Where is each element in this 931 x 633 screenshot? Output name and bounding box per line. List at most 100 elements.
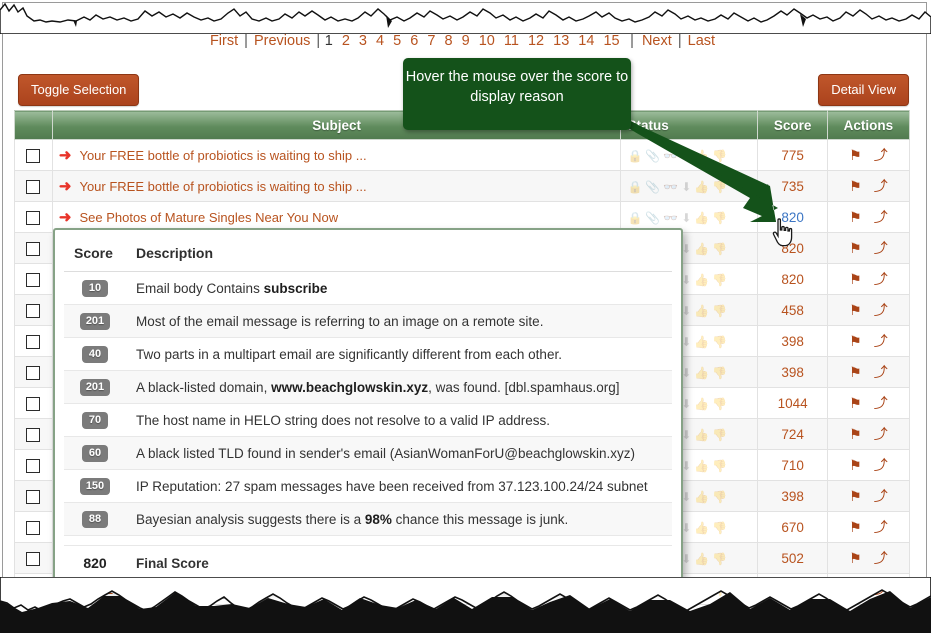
flag-message-icon[interactable]: ⚑ (849, 520, 862, 534)
thumb-up-icon[interactable]: 👍 (694, 336, 709, 348)
score-cell[interactable]: 710 (757, 449, 828, 481)
score-cell[interactable]: 724 (757, 418, 828, 450)
actions-cell[interactable]: ⚑ ⤴ (826, 232, 911, 264)
score-value[interactable]: 710 (781, 458, 804, 473)
pager-page-3[interactable]: 3 (359, 33, 367, 49)
score-cell[interactable]: 820 (757, 201, 828, 233)
actions-cell[interactable]: ⚑ ⤴ (826, 139, 911, 171)
row-select-cell[interactable] (14, 511, 53, 543)
score-value[interactable]: 820 (781, 241, 804, 256)
score-value[interactable]: 820 (781, 210, 804, 225)
deliver-message-icon[interactable]: ⤴ (874, 210, 888, 224)
flag-message-icon[interactable]: ⚑ (849, 365, 862, 379)
row-checkbox[interactable] (26, 582, 41, 597)
row-checkbox[interactable] (26, 551, 41, 566)
deliver-message-icon[interactable]: ⤴ (874, 303, 888, 317)
actions-cell[interactable]: ⚑ ⤴ (826, 573, 911, 605)
actions-cell[interactable]: ⚑ ⤴ (826, 511, 911, 543)
pager-previous[interactable]: Previous (254, 33, 310, 49)
deliver-message-icon[interactable]: ⤴ (874, 551, 888, 565)
pager-first[interactable]: First (210, 33, 238, 49)
row-checkbox[interactable] (26, 148, 41, 163)
flag-message-icon[interactable]: ⚑ (849, 179, 862, 193)
thumb-down-icon[interactable]: 👎 (712, 181, 727, 193)
toggle-selection-button[interactable]: Toggle Selection (18, 74, 140, 106)
row-select-cell[interactable] (14, 449, 53, 481)
thumb-down-icon[interactable]: 👎 (712, 305, 727, 317)
score-cell[interactable]: 820 (757, 232, 828, 264)
score-value[interactable]: 820 (781, 272, 804, 287)
pager-page-11[interactable]: 11 (504, 33, 519, 49)
actions-cell[interactable]: ⚑ ⤴ (826, 449, 911, 481)
thumb-up-icon[interactable]: 👍 (694, 181, 709, 193)
score-cell[interactable]: 458 (757, 294, 828, 326)
actions-cell[interactable]: ⚑ ⤴ (826, 480, 911, 512)
thumb-down-icon[interactable]: 👎 (712, 460, 727, 472)
subject-link[interactable]: See Photos of Mature Singles Near You No… (79, 210, 338, 225)
deliver-message-icon[interactable]: ⤴ (874, 582, 888, 596)
score-cell[interactable]: 670 (757, 511, 828, 543)
score-value[interactable]: 398 (781, 365, 804, 380)
thumb-up-icon[interactable]: 👍 (694, 460, 709, 472)
row-checkbox[interactable] (26, 458, 41, 473)
col-score[interactable]: Score (757, 110, 828, 140)
row-checkbox[interactable] (26, 489, 41, 504)
score-cell[interactable]: 775 (757, 139, 828, 171)
row-select-cell[interactable] (14, 263, 53, 295)
row-select-cell[interactable] (14, 418, 53, 450)
pager-page-12[interactable]: 12 (528, 33, 544, 49)
pager-page-9[interactable]: 9 (462, 33, 470, 49)
row-select-cell[interactable] (14, 170, 53, 202)
actions-cell[interactable]: ⚑ ⤴ (826, 542, 911, 574)
pager-page-7[interactable]: 7 (427, 33, 435, 49)
score-value[interactable]: 724 (781, 427, 804, 442)
thumb-up-icon[interactable]: 👍 (694, 522, 709, 534)
row-select-cell[interactable] (14, 356, 53, 388)
score-value[interactable]: 502 (781, 551, 804, 566)
score-value[interactable]: 735 (781, 179, 804, 194)
row-select-cell[interactable] (14, 232, 53, 264)
deliver-message-icon[interactable]: ⤴ (874, 427, 888, 441)
score-value[interactable]: 660 (781, 582, 804, 597)
flag-message-icon[interactable]: ⚑ (849, 582, 862, 596)
row-select-cell[interactable] (14, 294, 53, 326)
deliver-message-icon[interactable]: ⤴ (874, 272, 888, 286)
actions-cell[interactable]: ⚑ ⤴ (826, 356, 911, 388)
thumb-down-icon[interactable]: 👎 (712, 367, 727, 379)
thumb-down-icon[interactable]: 👎 (712, 150, 727, 162)
thumb-up-icon[interactable]: 👍 (694, 305, 709, 317)
thumb-down-icon[interactable]: 👎 (712, 243, 727, 255)
score-value[interactable]: 1044 (778, 396, 808, 411)
score-cell[interactable]: 398 (757, 480, 828, 512)
deliver-message-icon[interactable]: ⤴ (874, 520, 888, 534)
pager-page-1[interactable]: 1 (325, 33, 333, 49)
pager-page-15[interactable]: 15 (603, 33, 619, 49)
subject-link[interactable]: Your FREE bottle of probiotics is waitin… (79, 148, 366, 163)
pager-page-10[interactable]: 10 (479, 33, 495, 49)
thumb-up-icon[interactable]: 👍 (694, 367, 709, 379)
score-cell[interactable]: 735 (757, 170, 828, 202)
flag-message-icon[interactable]: ⚑ (849, 272, 862, 286)
row-select-cell[interactable] (14, 387, 53, 419)
flag-message-icon[interactable]: ⚑ (849, 241, 862, 255)
thumb-up-icon[interactable]: 👍 (694, 553, 709, 565)
deliver-message-icon[interactable]: ⤴ (874, 489, 888, 503)
thumb-up-icon[interactable]: 👍 (694, 398, 709, 410)
table-row[interactable]: ➜ Your FREE bottle of probiotics is waiti… (14, 170, 911, 202)
flag-message-icon[interactable]: ⚑ (849, 334, 862, 348)
pager-page-8[interactable]: 8 (444, 33, 452, 49)
table-row[interactable]: ➜ Your FREE bottle of probiotics is waiti… (14, 139, 911, 171)
flag-message-icon[interactable]: ⚑ (849, 148, 862, 162)
flag-message-icon[interactable]: ⚑ (849, 210, 862, 224)
row-checkbox[interactable] (26, 334, 41, 349)
thumb-down-icon[interactable]: 👎 (712, 212, 727, 224)
score-cell[interactable]: 1044 (757, 387, 828, 419)
row-checkbox[interactable] (26, 365, 41, 380)
row-select-cell[interactable] (14, 325, 53, 357)
pager-page-13[interactable]: 13 (553, 33, 569, 49)
col-select[interactable] (14, 110, 53, 140)
subject-cell[interactable]: ➜ Your FREE bottle of probiotics is waiti… (51, 170, 622, 202)
thumb-up-icon[interactable]: 👍 (694, 243, 709, 255)
flag-message-icon[interactable]: ⚑ (849, 396, 862, 410)
pager-page-2[interactable]: 2 (342, 33, 350, 49)
